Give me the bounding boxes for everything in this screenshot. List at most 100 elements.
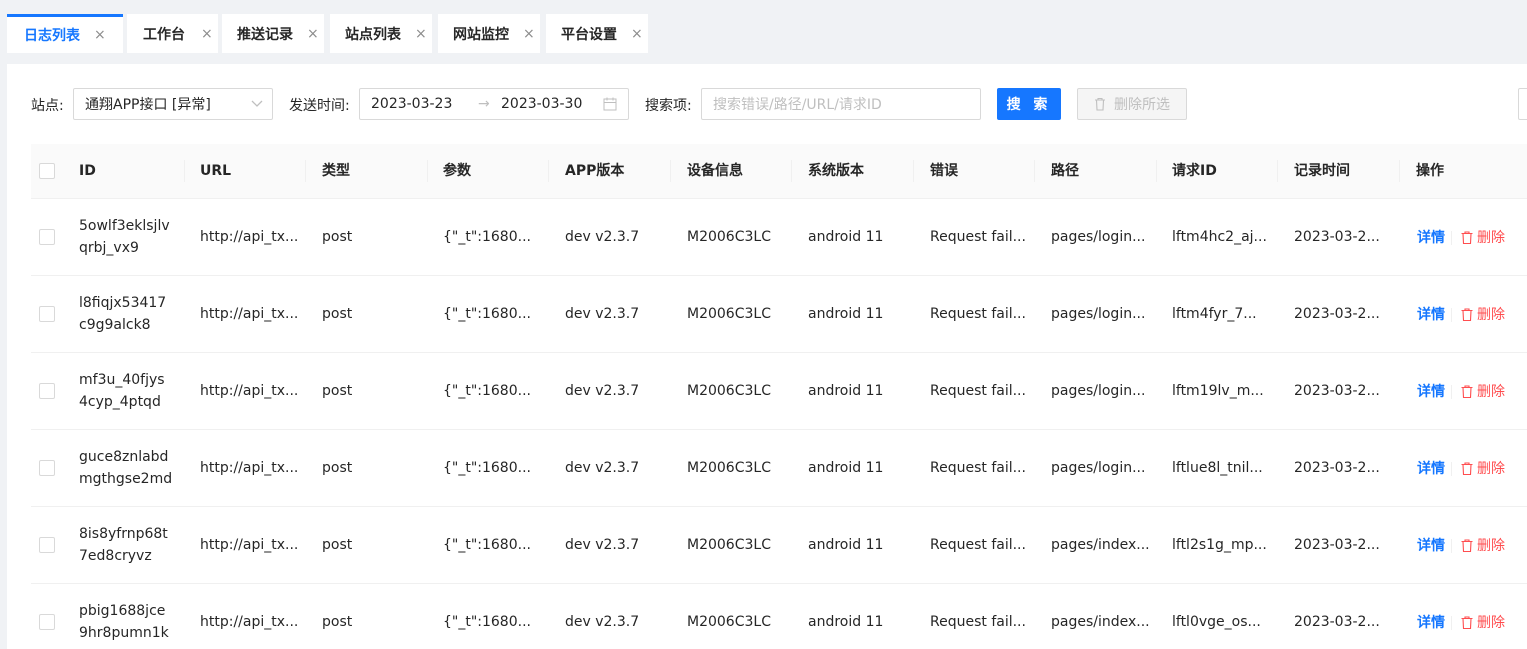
cell-request-id: lftm4hc2_aj... <box>1172 229 1267 245</box>
table-row: mf3u_40fjys 4cyp_4ptqd http://api_tx... … <box>31 353 1527 430</box>
cell-error: Request fail... <box>930 229 1026 245</box>
cell-url: http://api_tx... <box>200 460 299 476</box>
tab-close-icon[interactable]: × <box>631 27 643 41</box>
cell-id: guce8znlabd mgthgse2md <box>79 449 173 487</box>
row-checkbox[interactable] <box>39 460 55 476</box>
cell-type: post <box>322 537 353 553</box>
tab-push-records[interactable]: 推送记录 × <box>222 14 324 53</box>
tab-label: 站点列表 <box>345 26 401 43</box>
extra-control[interactable] <box>1518 88 1527 120</box>
detail-link[interactable]: 详情 <box>1417 199 1445 275</box>
delete-link[interactable]: 删除 <box>1461 507 1505 583</box>
delete-link[interactable]: 删除 <box>1461 353 1505 429</box>
row-checkbox[interactable] <box>39 306 55 322</box>
search-input[interactable]: 搜索错误/路径/URL/请求ID <box>701 88 981 120</box>
row-checkbox[interactable] <box>39 614 55 630</box>
cell-id: l8fiqjx53417 c9g9alck8 <box>79 295 167 333</box>
cell-url: http://api_tx... <box>200 614 299 630</box>
trash-icon <box>1461 307 1473 321</box>
cell-os-version: android 11 <box>808 229 884 245</box>
date-start-input[interactable]: 2023-03-23 <box>371 96 452 112</box>
cell-id: 5owlf3eklsjlv qrbj_vx9 <box>79 218 170 256</box>
cell-app-version: dev v2.3.7 <box>565 229 640 245</box>
tab-workbench[interactable]: 工作台 × <box>127 14 218 53</box>
calendar-icon <box>603 97 617 111</box>
cell-request-id: lftl2s1g_mp... <box>1172 537 1267 553</box>
col-error[interactable]: 错误 <box>930 144 958 199</box>
cell-type: post <box>322 229 353 245</box>
site-select[interactable]: 通翔APP接口 [异常] <box>73 88 273 120</box>
cell-record-time: 2023-03-2... <box>1294 306 1380 322</box>
detail-link[interactable]: 详情 <box>1417 353 1445 429</box>
cell-record-time: 2023-03-2... <box>1294 460 1380 476</box>
detail-link[interactable]: 详情 <box>1417 584 1445 649</box>
cell-type: post <box>322 460 353 476</box>
select-all-checkbox[interactable] <box>39 163 55 179</box>
col-os-version[interactable]: 系统版本 <box>808 144 864 199</box>
cell-params: {"_t":1680... <box>443 383 531 399</box>
cell-app-version: dev v2.3.7 <box>565 306 640 322</box>
tab-close-icon[interactable]: × <box>415 27 427 41</box>
detail-link[interactable]: 详情 <box>1417 507 1445 583</box>
tab-close-icon[interactable]: × <box>307 27 319 41</box>
date-end-input[interactable]: 2023-03-30 <box>501 96 582 112</box>
table-row: 8is8yfrnp68t 7ed8cryvz http://api_tx... … <box>31 507 1527 584</box>
tab-site-list[interactable]: 站点列表 × <box>330 14 432 53</box>
cell-type: post <box>322 614 353 630</box>
cell-params: {"_t":1680... <box>443 614 531 630</box>
tab-close-icon[interactable]: × <box>94 28 106 42</box>
date-range-picker[interactable]: 2023-03-23 → 2023-03-30 <box>359 88 629 120</box>
table-row: pbig1688jce 9hr8pumn1k http://api_tx... … <box>31 584 1527 649</box>
row-checkbox[interactable] <box>39 537 55 553</box>
tab-close-icon[interactable]: × <box>523 27 535 41</box>
delete-label: 删除 <box>1477 230 1505 246</box>
search-label: 搜索项: <box>645 98 692 114</box>
detail-link[interactable]: 详情 <box>1417 430 1445 506</box>
tab-site-monitor[interactable]: 网站监控 × <box>438 14 540 53</box>
delete-label: 删除 <box>1477 384 1505 400</box>
col-url[interactable]: URL <box>200 144 231 199</box>
cell-os-version: android 11 <box>808 306 884 322</box>
col-path[interactable]: 路径 <box>1051 144 1079 199</box>
col-record-time[interactable]: 记录时间 <box>1294 144 1350 199</box>
send-time-label: 发送时间: <box>289 98 350 114</box>
col-app-version[interactable]: APP版本 <box>565 144 624 199</box>
cell-device: M2006C3LC <box>687 229 771 245</box>
cell-os-version: android 11 <box>808 383 884 399</box>
cell-path: pages/index... <box>1051 537 1150 553</box>
cell-url: http://api_tx... <box>200 383 299 399</box>
col-type[interactable]: 类型 <box>322 144 350 199</box>
search-placeholder: 搜索错误/路径/URL/请求ID <box>713 97 882 113</box>
col-device[interactable]: 设备信息 <box>687 144 743 199</box>
delete-label: 删除 <box>1477 615 1505 631</box>
cell-params: {"_t":1680... <box>443 229 531 245</box>
detail-link[interactable]: 详情 <box>1417 276 1445 352</box>
trash-icon <box>1461 230 1473 244</box>
delete-selected-button[interactable]: 删除所选 <box>1077 88 1187 120</box>
row-checkbox[interactable] <box>39 229 55 245</box>
table-row: guce8znlabd mgthgse2md http://api_tx... … <box>31 430 1527 507</box>
tab-log-list[interactable]: 日志列表 × <box>7 14 123 53</box>
delete-link[interactable]: 删除 <box>1461 276 1505 352</box>
search-button[interactable]: 搜 索 <box>997 88 1061 120</box>
tab-label: 日志列表 <box>24 28 80 44</box>
cell-url: http://api_tx... <box>200 306 299 322</box>
delete-link[interactable]: 删除 <box>1461 199 1505 275</box>
cell-record-time: 2023-03-2... <box>1294 537 1380 553</box>
delete-label: 删除 <box>1477 461 1505 477</box>
cell-device: M2006C3LC <box>687 383 771 399</box>
cell-app-version: dev v2.3.7 <box>565 460 640 476</box>
delete-link[interactable]: 删除 <box>1461 584 1505 649</box>
trash-icon <box>1461 615 1473 629</box>
log-table: ID URL 类型 参数 APP版本 设备信息 系统版本 错误 路径 请求ID … <box>31 144 1527 649</box>
delete-link[interactable]: 删除 <box>1461 430 1505 506</box>
table-row: 5owlf3eklsjlv qrbj_vx9 http://api_tx... … <box>31 199 1527 276</box>
col-id[interactable]: ID <box>79 144 96 199</box>
row-checkbox[interactable] <box>39 383 55 399</box>
tab-close-icon[interactable]: × <box>201 27 213 41</box>
cell-id: mf3u_40fjys 4cyp_4ptqd <box>79 372 165 410</box>
col-params[interactable]: 参数 <box>443 144 471 199</box>
cell-params: {"_t":1680... <box>443 460 531 476</box>
tab-platform-settings[interactable]: 平台设置 × <box>546 14 648 53</box>
col-request-id[interactable]: 请求ID <box>1172 144 1217 199</box>
